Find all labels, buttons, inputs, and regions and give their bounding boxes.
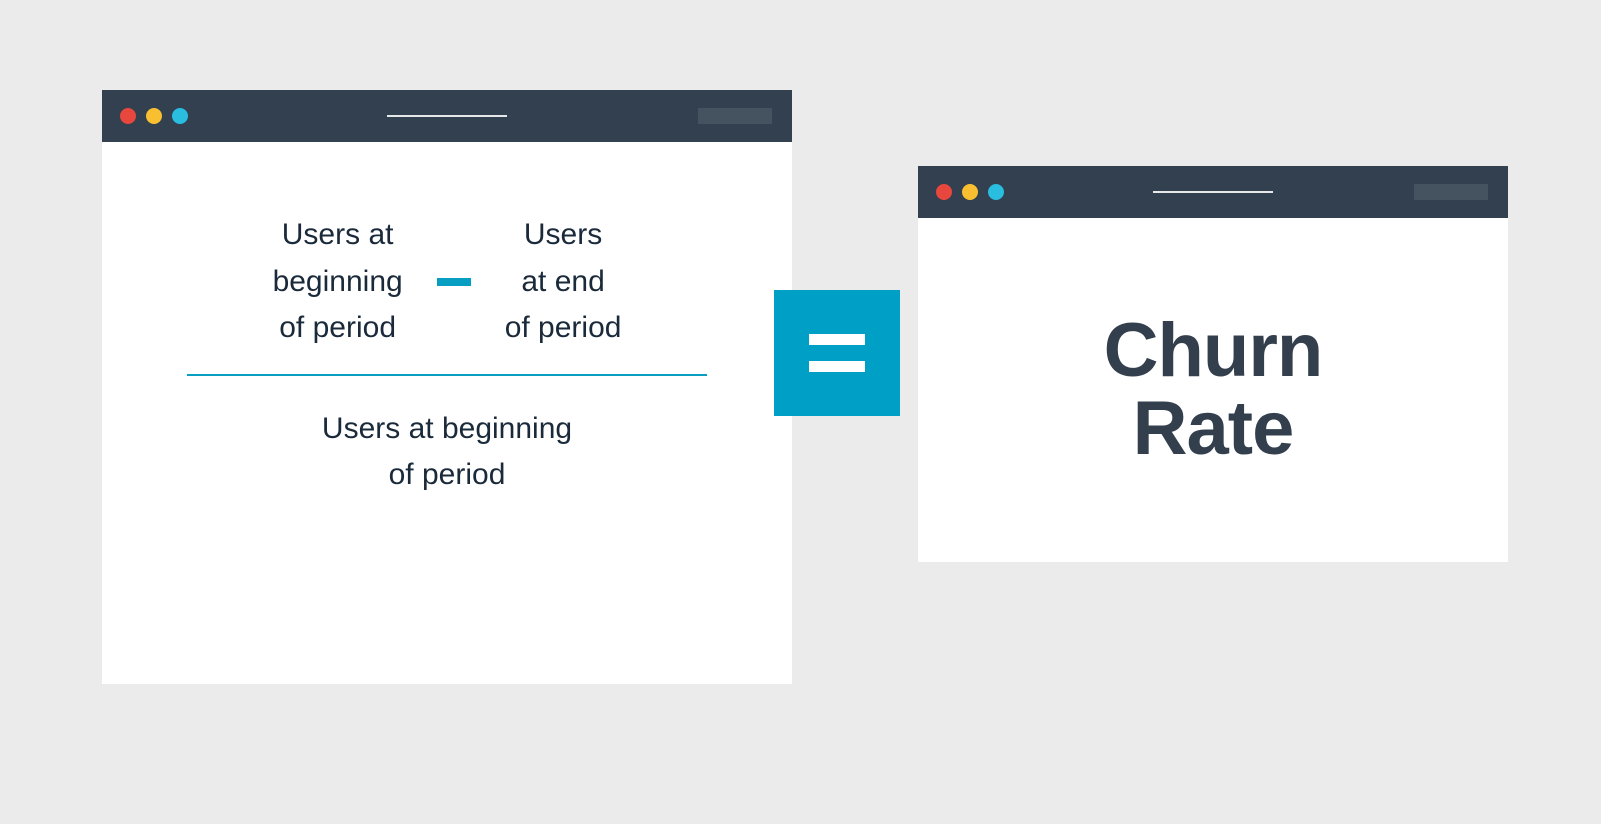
- equals-icon: [774, 290, 900, 416]
- result-body: ChurnRate: [918, 218, 1508, 562]
- titlebar-pill: [698, 108, 772, 124]
- result-label: ChurnRate: [1104, 312, 1323, 467]
- minimize-icon: [146, 108, 162, 124]
- fraction-line: [187, 374, 707, 376]
- titlebar-pill: [1414, 184, 1488, 200]
- maximize-icon: [172, 108, 188, 124]
- minimize-icon: [962, 184, 978, 200]
- close-icon: [120, 108, 136, 124]
- minus-icon: [437, 278, 471, 286]
- close-icon: [936, 184, 952, 200]
- formula-denominator: Users at beginningof period: [152, 406, 742, 499]
- titlebar-divider: [387, 115, 507, 117]
- numerator-right: Usersat endof period: [505, 212, 622, 352]
- diagram-stage: Users atbeginningof period Usersat endof…: [0, 0, 1601, 824]
- window-titlebar: [102, 90, 792, 142]
- window-titlebar: [918, 166, 1508, 218]
- maximize-icon: [988, 184, 1004, 200]
- titlebar-divider: [1153, 191, 1273, 193]
- formula-window: Users atbeginningof period Usersat endof…: [102, 90, 792, 684]
- traffic-lights: [120, 108, 188, 124]
- numerator-left: Users atbeginningof period: [273, 212, 403, 352]
- formula-numerator: Users atbeginningof period Usersat endof…: [152, 212, 742, 352]
- result-window: ChurnRate: [918, 166, 1508, 562]
- equals-bar: [809, 334, 865, 345]
- traffic-lights: [936, 184, 1004, 200]
- equals-bar: [809, 361, 865, 372]
- churn-formula: Users atbeginningof period Usersat endof…: [102, 142, 792, 499]
